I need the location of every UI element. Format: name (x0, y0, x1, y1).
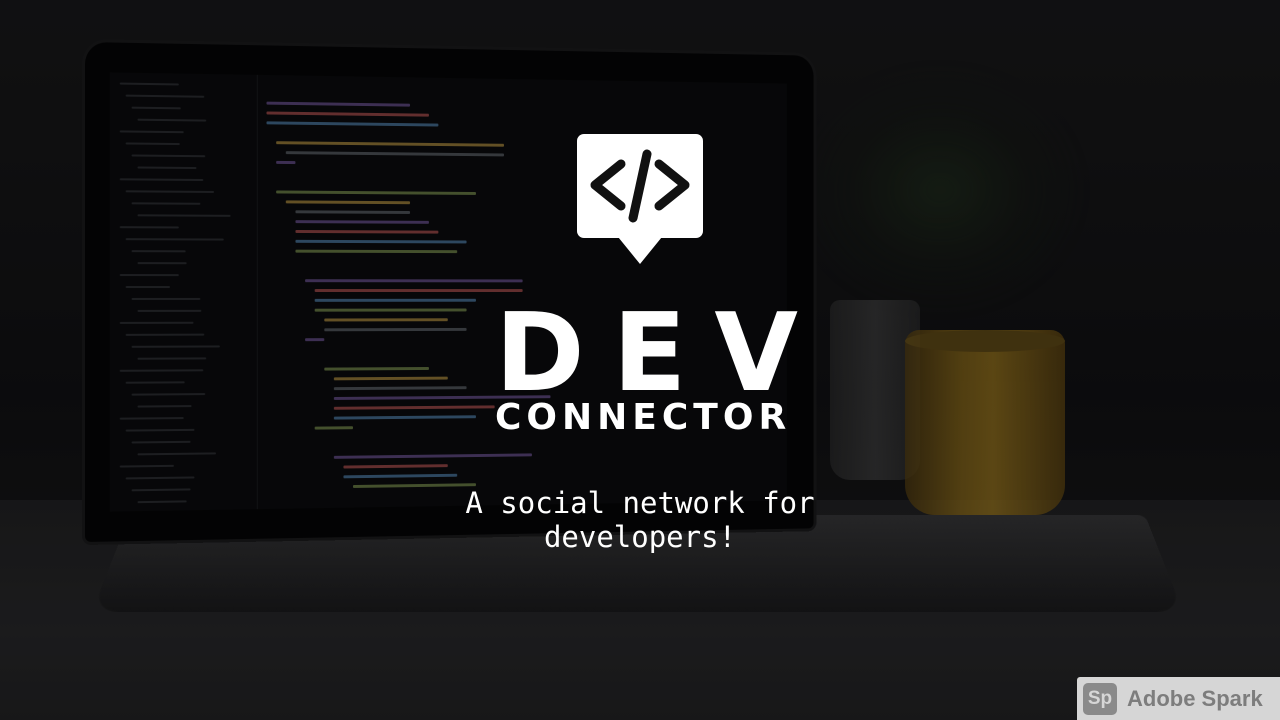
tagline: A social network for developers! (465, 486, 815, 554)
title-dev: DEV (495, 291, 827, 416)
title-connector: CONNECTOR (495, 397, 792, 438)
code-brackets-icon (590, 149, 690, 223)
watermark-label: Adobe Spark (1127, 686, 1263, 711)
adobe-spark-logo-icon: Sp (1083, 683, 1117, 715)
adobe-spark-watermark[interactable]: Sp Adobe Spark (1077, 677, 1280, 720)
